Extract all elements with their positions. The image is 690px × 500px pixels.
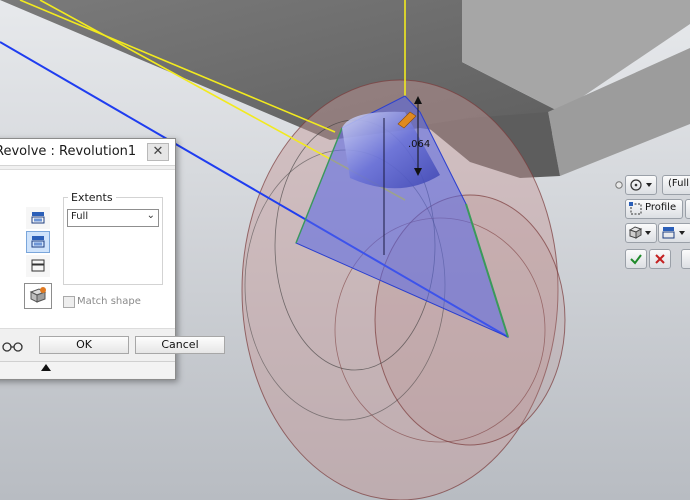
- profile-button-extra[interactable]: [685, 199, 690, 219]
- ok-button[interactable]: OK: [39, 336, 129, 354]
- expand-arrow-icon[interactable]: [41, 364, 51, 371]
- surface-output-icon: [31, 236, 45, 248]
- extents-label: Extents: [68, 191, 116, 204]
- extent-select[interactable]: (Full): [662, 175, 690, 195]
- output-solid-button[interactable]: [26, 207, 50, 229]
- revolve-dialog: Revolve : Revolution1 ✕ Extents Full ⌄ M…: [0, 138, 225, 380]
- dimension-value[interactable]: .064: [408, 139, 430, 150]
- minitoolbar-grip-icon[interactable]: [615, 176, 623, 194]
- close-x-icon: [655, 254, 665, 264]
- new-solid-button[interactable]: [24, 283, 52, 309]
- preview-glasses-icon[interactable]: [1, 339, 25, 353]
- chevron-down-icon: ⌄: [146, 210, 155, 221]
- output-cut-button[interactable]: [26, 255, 50, 277]
- output-type-icon: [662, 227, 685, 239]
- dialog-expand-bar: [0, 361, 175, 378]
- output-surface-button[interactable]: [26, 231, 50, 253]
- options-mini-button[interactable]: [681, 249, 690, 269]
- cut-output-icon: [31, 259, 45, 272]
- axis-rotate-icon: [630, 179, 652, 191]
- output-type-select[interactable]: [658, 223, 690, 243]
- extent-select-value: (Full): [668, 178, 690, 189]
- check-icon: [630, 254, 642, 265]
- extents-select-value: Full: [71, 211, 89, 222]
- profile-button[interactable]: Profile: [625, 199, 683, 219]
- extents-select[interactable]: Full ⌄: [67, 209, 159, 227]
- axis-select-button[interactable]: [625, 175, 657, 195]
- cancel-button[interactable]: Cancel: [135, 336, 225, 354]
- apply-button[interactable]: [625, 249, 647, 269]
- dialog-titlebar[interactable]: Revolve : Revolution1 ✕: [0, 139, 175, 166]
- profile-button-label: Profile: [645, 202, 677, 213]
- profile-select-icon: [629, 202, 642, 215]
- solid-output-icon: [31, 212, 45, 224]
- match-shape-label: Match shape: [77, 296, 141, 307]
- solid-body-icon: [628, 226, 651, 239]
- cancel-mini-button[interactable]: [649, 249, 671, 269]
- new-solid-icon: [29, 287, 47, 303]
- dialog-title: Revolve : Revolution1: [0, 144, 137, 159]
- close-icon[interactable]: ✕: [147, 143, 169, 161]
- solid-body-select[interactable]: [625, 223, 657, 243]
- match-shape-checkbox[interactable]: [63, 296, 75, 308]
